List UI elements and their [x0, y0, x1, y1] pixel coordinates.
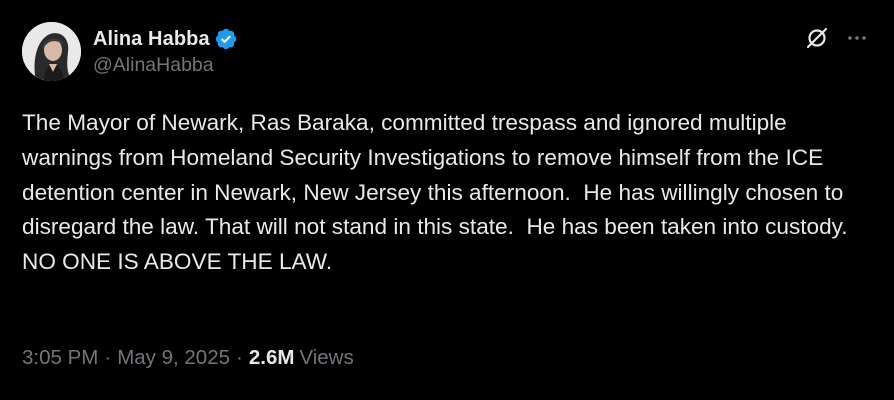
- meta-separator: ·: [104, 346, 112, 369]
- views-label: Views: [299, 346, 354, 369]
- verified-badge-icon[interactable]: [214, 27, 238, 51]
- post-text: The Mayor of Newark, Ras Baraka, committ…: [22, 110, 854, 275]
- meta-separator: ·: [236, 346, 243, 369]
- post-time[interactable]: 3:05 PM: [22, 346, 98, 370]
- author-block: Alina Habba @AlinaHabba: [93, 25, 238, 77]
- post-card: Alina Habba @AlinaHabba The Mayor of New…: [0, 0, 894, 400]
- avatar[interactable]: [22, 22, 81, 81]
- avatar-photo: [22, 22, 81, 81]
- name-row: Alina Habba: [93, 25, 238, 53]
- post-date[interactable]: May 9, 2025: [117, 346, 230, 370]
- author-handle[interactable]: @AlinaHabba: [93, 54, 238, 77]
- author-display-name[interactable]: Alina Habba: [93, 28, 210, 51]
- post-meta: 3:05 PM · May 9, 2025 · 2.6M Views: [22, 346, 354, 370]
- more-icon[interactable]: [843, 24, 871, 52]
- views-count: 2.6M: [248, 346, 295, 369]
- grok-icon[interactable]: [803, 24, 831, 52]
